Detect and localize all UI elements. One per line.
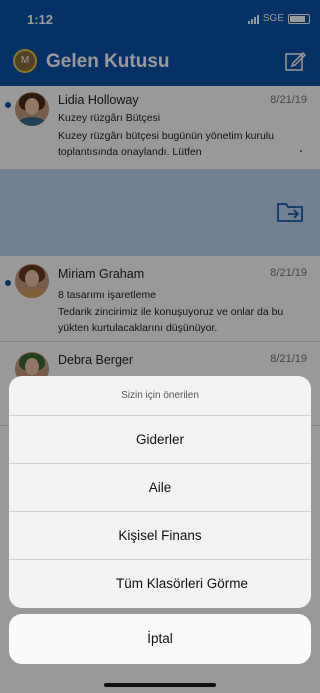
action-sheet: Sizin için önerilen Giderler Aile Kişise…: [9, 376, 311, 608]
folder-option-aile[interactable]: Aile: [9, 464, 311, 512]
folder-option-kisisel-finans[interactable]: Kişisel Finans: [9, 512, 311, 560]
all-folders-option[interactable]: Tüm Klasörleri Görme: [9, 560, 311, 608]
cancel-button[interactable]: İptal: [9, 614, 311, 664]
home-indicator[interactable]: [104, 683, 216, 687]
action-sheet-title: Sizin için önerilen: [9, 376, 311, 416]
folder-option-giderler[interactable]: Giderler: [9, 416, 311, 464]
